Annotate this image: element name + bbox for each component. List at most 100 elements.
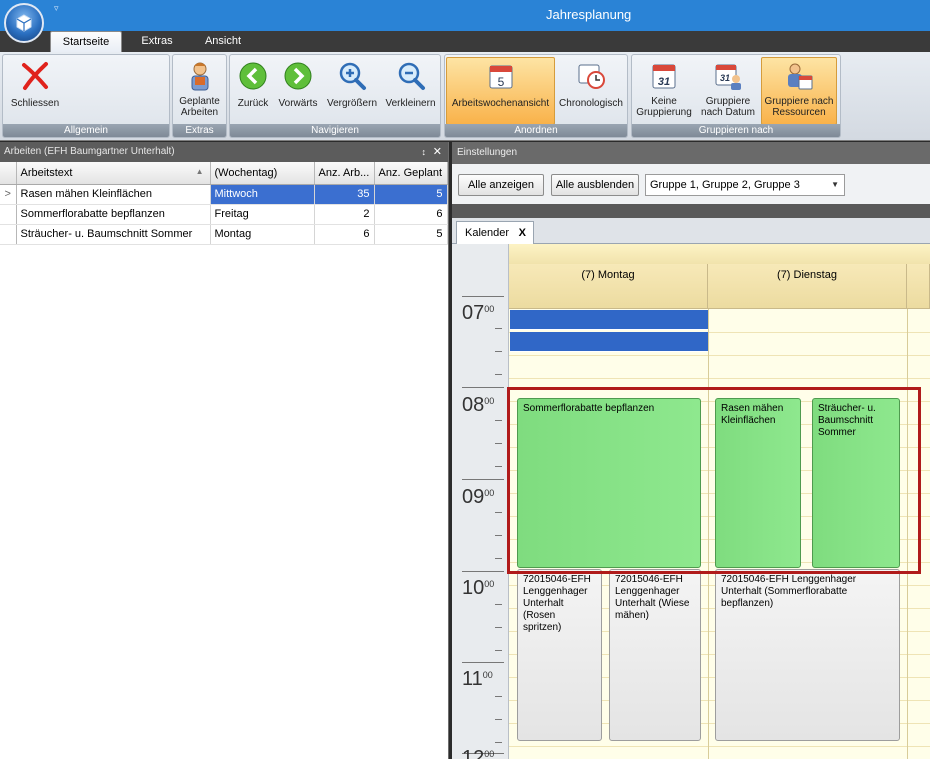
cube-icon [16, 14, 32, 32]
zoom-in-button[interactable]: Vergrößern [322, 57, 382, 125]
keine-gruppierung-label: Keine Gruppierung [636, 96, 692, 118]
column-header-anz-geplant[interactable]: Anz. Geplant [374, 162, 448, 185]
red-x-icon [22, 62, 48, 90]
geplante-arbeiten-label: Geplante Arbeiten [179, 96, 220, 118]
cell-wochentag[interactable]: Montag [210, 224, 315, 245]
close-tab-icon[interactable]: X [519, 222, 526, 244]
column-header-anz-arb[interactable]: Anz. Arb... [314, 162, 375, 185]
forward-label: Vorwärts [278, 98, 318, 109]
cell-anz-geplant[interactable]: 5 [374, 224, 448, 245]
calendar-week-icon: 5 [489, 65, 512, 89]
tab-kalender[interactable]: Kalender X [456, 221, 534, 245]
gruppiere-ressourcen-button[interactable]: Gruppiere nach Ressourcen [761, 57, 837, 125]
chronologisch-label: Chronologisch [559, 98, 623, 109]
group-select-value: Gruppe 1, Gruppe 2, Gruppe 3 [650, 179, 800, 191]
appointment-wiese-maehen[interactable]: 72015046-EFH Lenggenhager Unterhalt (Wie… [609, 569, 701, 741]
cell-arbeitstext[interactable]: Sommerflorabatte bepflanzen [16, 204, 211, 225]
cell-anz-geplant[interactable]: 6 [374, 204, 448, 225]
forward-button[interactable]: Vorwärts [274, 57, 322, 125]
close-button[interactable]: Schliessen [5, 57, 65, 125]
document-strip [452, 204, 930, 218]
day-header-next [907, 264, 930, 309]
table-row[interactable]: Sträucher- u. Baumschnitt Sommer Montag … [0, 224, 448, 245]
calendar-busy-bar[interactable] [510, 332, 708, 352]
back-button[interactable]: Zurück [232, 57, 274, 125]
svg-text:31: 31 [720, 73, 730, 83]
time-ruler: 0700 0800 0900 1000 1100 1200 [452, 244, 509, 759]
tab-extras[interactable]: Extras [132, 31, 182, 52]
day-header-band [509, 244, 930, 264]
hour-label-11: 1100 [462, 668, 493, 690]
tick [495, 558, 502, 559]
appointment-sommerflorabatte-unterhalt[interactable]: 72015046-EFH Lenggenhager Unterhalt (Som… [715, 569, 900, 741]
cell-anz-geplant[interactable]: 5 [374, 184, 448, 205]
day-header-dienstag[interactable]: (7) Dienstag [708, 264, 907, 309]
group-select[interactable]: Gruppe 1, Gruppe 2, Gruppe 3 ▼ [645, 174, 845, 196]
window-title: Jahresplanung [546, 7, 632, 22]
hour-label-12: 1200 [462, 747, 495, 759]
day-area: (7) Montag (7) Dienstag Sommerflorabatte… [507, 244, 930, 759]
column-header-wochentag[interactable]: (Wochentag) [210, 162, 315, 185]
close-icon[interactable]: ✕ [433, 142, 442, 162]
hide-all-button[interactable]: Alle ausblenden [551, 174, 639, 196]
tick [495, 466, 502, 467]
column-header-label: Arbeitstext [20, 166, 73, 179]
pin-icon[interactable]: ↕ [422, 142, 427, 162]
zoom-out-label: Verkleinern [385, 98, 436, 109]
zoom-out-icon [398, 62, 425, 90]
day-header-montag[interactable]: (7) Montag [509, 264, 708, 309]
geplante-arbeiten-button[interactable]: Geplante Arbeiten [175, 57, 224, 125]
close-button-label: Schliessen [10, 98, 60, 109]
group-anordnen: 5 Arbeitswochenansicht Chronologisch Ano… [444, 54, 628, 138]
group-label-navigieren: Navigieren [230, 124, 440, 137]
person-calendar-icon [788, 63, 813, 90]
tick [495, 627, 502, 628]
keine-gruppierung-button[interactable]: 31 Keine Gruppierung [633, 57, 695, 125]
hour-line [462, 571, 504, 572]
row-indicator-header [0, 162, 17, 185]
calendar-busy-bar[interactable] [510, 310, 708, 330]
back-label: Zurück [237, 98, 269, 109]
arrow-left-icon [239, 62, 267, 90]
cell-anz-arb[interactable]: 6 [314, 224, 375, 245]
arbeitswochenansicht-label: Arbeitswochenansicht [451, 98, 550, 109]
worker-icon [191, 62, 208, 91]
gruppiere-datum-label: Gruppiere nach Datum [701, 96, 755, 118]
gruppiere-datum-button[interactable]: 31 Gruppiere nach Datum [696, 57, 760, 125]
chevron-down-icon: ▼ [831, 180, 839, 189]
svg-text:31: 31 [658, 76, 670, 88]
cell-anz-arb[interactable]: 35 [314, 184, 375, 205]
row-indicator: > [0, 184, 17, 205]
group-label-allgemein: Allgemein [3, 124, 169, 137]
tab-ansicht[interactable]: Ansicht [196, 31, 250, 52]
cell-arbeitstext[interactable]: Rasen mähen Kleinflächen [16, 184, 211, 205]
table-row[interactable]: Sommerflorabatte bepflanzen Freitag 2 6 [0, 204, 448, 225]
tab-startseite[interactable]: Startseite [50, 31, 122, 52]
column-header-arbeitstext[interactable]: Arbeitstext ▲ [16, 162, 211, 185]
tick [495, 443, 502, 444]
app-menu-button[interactable] [4, 3, 44, 43]
chronologisch-button[interactable]: Chronologisch [556, 57, 626, 125]
cell-anz-arb[interactable]: 2 [314, 204, 375, 225]
cell-arbeitstext[interactable]: Sträucher- u. Baumschnitt Sommer [16, 224, 211, 245]
calendar-view: 0700 0800 0900 1000 1100 1200 (7) Montag… [452, 244, 930, 759]
appointment-rosen-spritzen[interactable]: 72015046-EFH Lenggenhager Unterhalt (Ros… [517, 569, 602, 741]
zoom-out-button[interactable]: Verkleinern [382, 57, 439, 125]
cell-wochentag[interactable]: Freitag [210, 204, 315, 225]
hour-line [462, 387, 504, 388]
title-bar: ▿ Jahresplanung [0, 0, 930, 43]
hour-label-09: 0900 [462, 486, 495, 508]
calendar-clock-icon [578, 64, 605, 89]
cell-wochentag[interactable]: Mittwoch [210, 184, 315, 205]
row-indicator [0, 204, 17, 225]
show-all-button[interactable]: Alle anzeigen [458, 174, 544, 196]
table-row[interactable]: > Rasen mähen Kleinflächen Mittwoch 35 5 [0, 184, 448, 205]
tick [495, 374, 502, 375]
group-label-gruppieren: Gruppieren nach [632, 124, 840, 137]
arrow-right-icon [284, 62, 312, 90]
slot-line [509, 378, 930, 379]
hour-line [462, 662, 504, 663]
einstellungen-header: Einstellungen [452, 142, 930, 164]
arbeitswochenansicht-button[interactable]: 5 Arbeitswochenansicht [446, 57, 555, 125]
calendar-tab-strip: Kalender X [452, 218, 930, 245]
